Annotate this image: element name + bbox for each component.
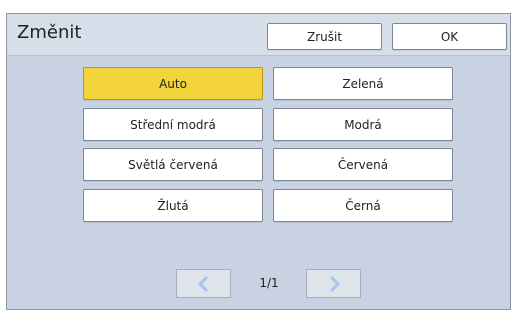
option-auto[interactable]: Auto [83, 67, 263, 100]
page-indicator: 1/1 [259, 276, 279, 290]
cancel-button[interactable]: Zrušit [267, 23, 382, 50]
prev-page-button[interactable] [176, 269, 231, 298]
change-dialog: Změnit Zrušit OK Auto Zelená Střední mod… [6, 13, 511, 310]
option-stredni-modra[interactable]: Střední modrá [83, 108, 263, 141]
option-cerna[interactable]: Černá [273, 189, 453, 222]
title-bar: Změnit Zrušit OK [7, 14, 510, 56]
option-zluta[interactable]: Žlutá [83, 189, 263, 222]
chevron-right-icon [329, 275, 340, 292]
dialog-title: Změnit [17, 22, 82, 43]
ok-button[interactable]: OK [392, 23, 507, 50]
next-page-button[interactable] [306, 269, 361, 298]
option-cervena[interactable]: Červená [273, 148, 453, 181]
option-zelena[interactable]: Zelená [273, 67, 453, 100]
option-svetla-cervena[interactable]: Světlá červená [83, 148, 263, 181]
chevron-left-icon [197, 275, 208, 292]
option-modra[interactable]: Modrá [273, 108, 453, 141]
